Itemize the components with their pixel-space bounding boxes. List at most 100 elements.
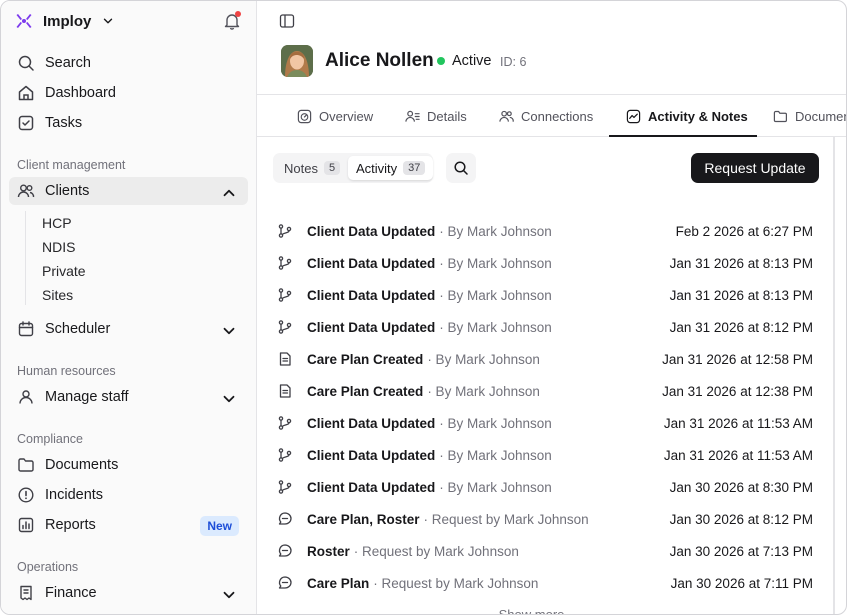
user-icon <box>19 390 33 404</box>
activity-row[interactable]: Client Data Updated · By Mark Johnson Jan … <box>277 407 813 439</box>
activity-row[interactable]: Care Plan, Roster · Request by Mark Johns… <box>277 503 813 535</box>
sidebar-subitem-private[interactable]: Private <box>42 263 86 279</box>
activity-title: Care Plan, Roster <box>307 511 420 527</box>
chevron-down-icon <box>223 395 235 403</box>
search-button[interactable] <box>446 153 476 183</box>
scrollbar[interactable] <box>833 137 835 614</box>
activity-timestamp: Jan 31 2026 at 12:38 PM <box>662 383 813 399</box>
tab-label: Connections <box>521 108 594 124</box>
show-more-link[interactable]: Show more <box>257 607 806 614</box>
folder-icon <box>773 110 788 122</box>
activity-row[interactable]: Client Data Updated · By Mark Johnson Jan … <box>277 439 813 471</box>
sidebar-item-label: Tasks <box>45 115 83 131</box>
tab-label: Activity & Notes <box>648 108 748 124</box>
alert-circle-icon <box>18 487 34 503</box>
activity-author: · By Mark Johnson <box>439 319 552 335</box>
git-branch-icon <box>278 320 292 334</box>
notes-count: 5 <box>323 161 341 175</box>
activity-count: 37 <box>403 161 426 175</box>
calendar-icon <box>18 321 34 337</box>
activity-author: · By Mark Johnson <box>439 479 552 495</box>
request-update-button[interactable]: Request Update <box>691 153 819 183</box>
activity-author: · Request by Mark Johnson <box>353 543 519 559</box>
activity-author: · By Mark Johnson <box>439 415 552 431</box>
receipt-icon <box>20 585 32 601</box>
activity-title: Client Data Updated <box>307 255 436 271</box>
message-icon <box>278 512 292 525</box>
sidebar-item-dashboard[interactable]: Dashboard <box>9 79 248 107</box>
tab-bar: Overview Details Connections Activity & … <box>257 94 846 137</box>
sidebar-item-label: Clients <box>45 183 90 199</box>
activity-timestamp: Jan 31 2026 at 11:53 AM <box>663 415 813 431</box>
status-badge: Active <box>452 53 492 69</box>
activity-timestamp: Feb 2 2026 at 6:27 PM <box>675 223 813 239</box>
activity-row[interactable]: Client Data Updated · By Mark Johnson Jan … <box>277 247 813 279</box>
chevron-down-icon <box>104 18 113 24</box>
activity-row[interactable]: Client Data Updated · By Mark Johnson Jan … <box>277 471 813 503</box>
sidebar-item-incidents[interactable]: Incidents <box>9 481 248 509</box>
sidebar-item-search[interactable]: Search <box>9 49 248 77</box>
activity-title: Client Data Updated <box>307 447 436 463</box>
activity-row[interactable]: Client Data Updated · By Mark Johnson Jan … <box>277 311 813 343</box>
tab-label: Overview <box>319 108 374 124</box>
sidebar-subitem-hcp[interactable]: HCP <box>42 215 72 231</box>
tab-connections[interactable]: Connections <box>499 95 593 137</box>
activity-row[interactable]: Client Data Updated · By Mark Johnson Jan … <box>277 279 813 311</box>
tab-documents[interactable]: Documents <box>773 95 846 137</box>
sidebar-item-finance[interactable]: Finance <box>9 579 248 607</box>
sidebar-item-manage-staff[interactable]: Manage staff <box>9 383 248 411</box>
avatar <box>281 45 313 77</box>
activity-timestamp: Jan 31 2026 at 12:58 PM <box>662 351 813 367</box>
sidebar-item-label: Scheduler <box>45 321 111 337</box>
sidebar-item-label: Search <box>45 55 91 71</box>
message-icon <box>278 576 292 589</box>
activity-title: Care Plan Created <box>307 351 424 367</box>
brand-name: Imploy <box>43 12 92 30</box>
workspace-switcher[interactable]: Imploy <box>13 9 115 33</box>
sidebar-subitem-sites[interactable]: Sites <box>42 287 73 303</box>
activity-row[interactable]: Care Plan Created · By Mark Johnson Jan 31… <box>277 343 813 375</box>
activity-row[interactable]: Care Plan Created · By Mark Johnson Jan 31… <box>277 375 813 407</box>
activity-timestamp: Jan 31 2026 at 8:13 PM <box>669 255 813 271</box>
activity-timestamp: Jan 31 2026 at 8:13 PM <box>669 287 813 303</box>
tab-details[interactable]: Details <box>405 95 467 137</box>
sidebar-toggle-icon[interactable] <box>279 13 295 29</box>
sidebar-item-tasks[interactable]: Tasks <box>9 109 248 137</box>
sidebar-item-scheduler[interactable]: Scheduler <box>9 315 248 343</box>
chevron-up-icon <box>223 189 235 197</box>
activity-author: · By Mark Johnson <box>439 447 552 463</box>
activity-row[interactable]: Care Plan · Request by Mark Johnson Jan 30… <box>277 567 813 599</box>
activity-author: · By Mark Johnson <box>427 351 540 367</box>
new-badge: New <box>200 516 239 536</box>
git-branch-icon <box>278 416 292 430</box>
notes-toggle-button[interactable]: Notes 5 <box>276 156 348 180</box>
git-branch-icon <box>278 256 292 270</box>
activity-row[interactable]: Roster · Request by Mark Johnson Jan 30 20… <box>277 535 813 567</box>
file-icon <box>279 352 291 366</box>
status-dot <box>437 57 445 65</box>
active-tab-indicator <box>609 135 757 137</box>
section-label-client-management: Client management <box>17 158 126 172</box>
activity-row[interactable]: Client Data Updated · By Mark Johnson Feb … <box>277 215 813 247</box>
activity-timestamp: Jan 30 2026 at 8:12 PM <box>669 511 813 527</box>
activity-timestamp: Jan 30 2026 at 8:30 PM <box>669 479 813 495</box>
tab-overview[interactable]: Overview <box>297 95 373 137</box>
chevron-down-icon <box>223 591 235 599</box>
activity-timestamp: Jan 30 2026 at 7:11 PM <box>670 575 813 591</box>
activity-author: · By Mark Johnson <box>439 255 552 271</box>
git-branch-icon <box>278 288 292 302</box>
activity-toggle-button[interactable]: Activity 37 <box>348 156 434 180</box>
home-icon <box>18 85 34 101</box>
tab-activity-notes[interactable]: Activity & Notes <box>626 95 748 137</box>
activity-author: · By Mark Johnson <box>439 223 552 239</box>
sidebar-item-documents[interactable]: Documents <box>9 451 248 479</box>
activity-author: · By Mark Johnson <box>439 287 552 303</box>
section-label-operations: Operations <box>17 560 79 574</box>
submenu-rail <box>25 211 26 305</box>
sidebar-subitem-ndis[interactable]: NDIS <box>42 239 75 255</box>
activity-timestamp: Jan 31 2026 at 8:12 PM <box>669 319 813 335</box>
user-list-icon <box>405 110 420 122</box>
sidebar-item-clients[interactable]: Clients <box>9 177 248 205</box>
activity-title: Client Data Updated <box>307 319 436 335</box>
users-icon <box>499 110 514 122</box>
